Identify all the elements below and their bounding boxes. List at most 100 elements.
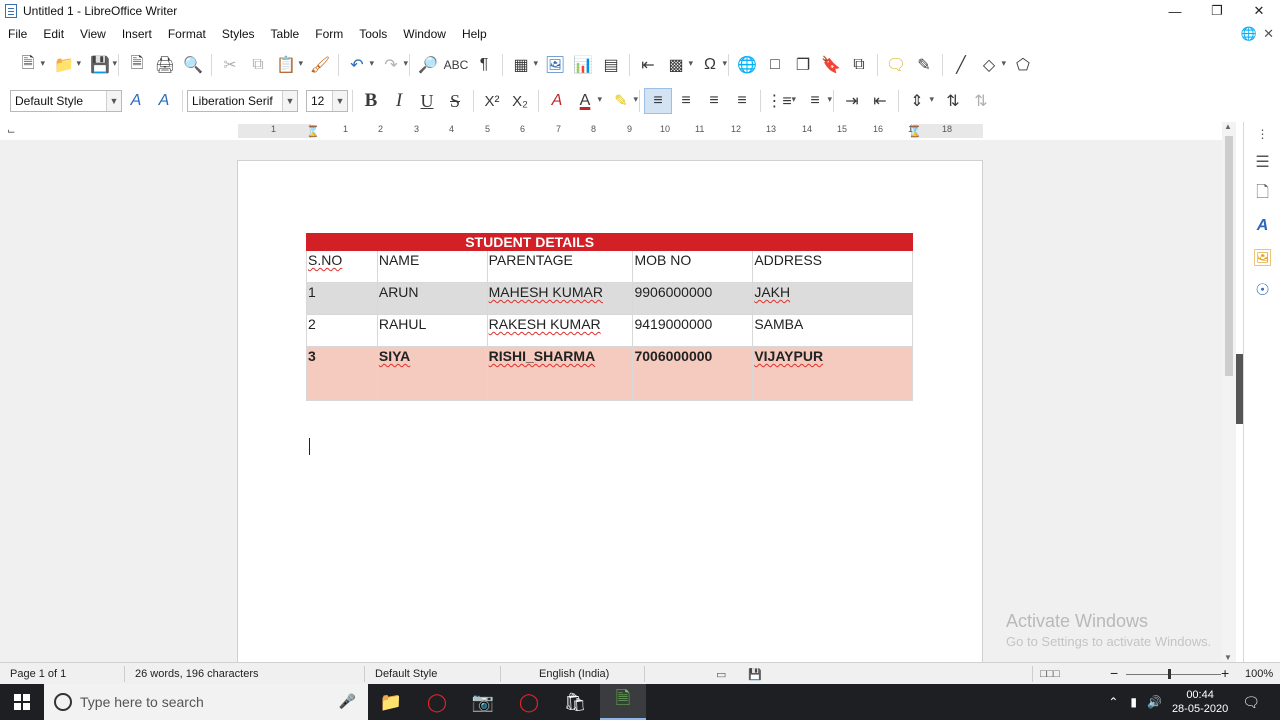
menu-styles[interactable]: Styles	[214, 27, 263, 41]
cut-icon[interactable]: ✂	[216, 52, 244, 78]
paragraph-style-select[interactable]: Default Style ▼	[10, 90, 122, 112]
menu-edit[interactable]: Edit	[35, 27, 72, 41]
menu-format[interactable]: Format	[160, 27, 214, 41]
decrease-paragraph-spacing-icon[interactable]: ⇅	[967, 88, 995, 114]
menu-insert[interactable]: Insert	[114, 27, 160, 41]
footnote-icon[interactable]: □	[761, 52, 789, 78]
table-cell[interactable]: ARUN	[376, 282, 488, 315]
gallery-icon[interactable]: 🖼	[1244, 242, 1280, 274]
zoom-slider-thumb[interactable]	[1168, 669, 1171, 679]
bold-icon[interactable]: B	[357, 88, 385, 114]
clone-formatting-icon[interactable]: 🖌	[306, 52, 334, 78]
clear-formatting-icon[interactable]: A	[543, 88, 571, 114]
menu-window[interactable]: Window	[395, 27, 454, 41]
export-pdf-icon[interactable]: 🗎	[123, 52, 151, 78]
insert-textbox-icon[interactable]: ▤	[597, 52, 625, 78]
right-indent-marker-icon[interactable]: ⌛	[908, 125, 922, 138]
sidebar-menu-icon[interactable]: ⋮	[1244, 122, 1280, 146]
libreoffice-writer-taskbar-icon[interactable]: 🗎	[600, 684, 646, 720]
menu-tools[interactable]: Tools	[351, 27, 395, 41]
clock[interactable]: 00:44 28-05-2020	[1172, 688, 1228, 716]
menu-file[interactable]: File	[0, 27, 35, 41]
increase-paragraph-spacing-icon[interactable]: ⇅	[939, 88, 967, 114]
subscript-icon[interactable]: X₂	[506, 88, 534, 114]
table-header-cell[interactable]: S.NO	[306, 250, 378, 283]
new-document-icon[interactable]: 🗎	[14, 52, 45, 78]
insert-table-icon[interactable]: ▦	[507, 52, 538, 78]
action-center-icon[interactable]: 🗨	[1242, 694, 1260, 711]
opera-gx-icon[interactable]: ◯	[506, 684, 552, 720]
menu-table[interactable]: Table	[263, 27, 308, 41]
table-cell[interactable]: 1	[306, 282, 378, 315]
paste-icon[interactable]: 📋	[272, 52, 303, 78]
table-cell[interactable]: RAHUL	[376, 314, 488, 347]
navigator-icon[interactable]: ☉	[1244, 274, 1280, 306]
file-explorer-icon[interactable]: 📁	[368, 684, 414, 720]
table-header-cell[interactable]: NAME	[376, 250, 488, 283]
table-cell[interactable]: SIYA	[376, 346, 488, 401]
start-button[interactable]	[0, 684, 44, 720]
table-cell[interactable]: 7006000000	[632, 346, 754, 401]
zoom-in-icon[interactable]: +	[1221, 665, 1229, 681]
close-button[interactable]: ✕	[1238, 0, 1280, 22]
decrease-indent-icon[interactable]: ⇤	[866, 88, 894, 114]
table-title-empty-cell[interactable]	[752, 233, 913, 251]
hyperlink-icon[interactable]: 🌐	[733, 52, 761, 78]
print-preview-icon[interactable]: 🔍	[179, 52, 207, 78]
align-center-icon[interactable]: ≡	[672, 88, 700, 114]
table-cell[interactable]: RAKESH KUMAR	[486, 314, 634, 347]
superscript-icon[interactable]: X²	[478, 88, 506, 114]
track-changes-icon[interactable]: ✎	[910, 52, 938, 78]
vertical-scrollbar[interactable]: ▲ ▼	[1222, 122, 1236, 662]
properties-icon[interactable]: ☰	[1244, 146, 1280, 178]
basic-shapes-icon[interactable]: ◇	[975, 52, 1006, 78]
camera-icon[interactable]: 📷	[460, 684, 506, 720]
underline-icon[interactable]: U	[413, 88, 441, 114]
draw-functions-icon[interactable]: ⬠	[1009, 52, 1037, 78]
table-cell[interactable]: MAHESH KUMAR	[486, 282, 634, 315]
table-cell[interactable]: RISHI_SHARMA	[486, 346, 634, 401]
align-right-icon[interactable]: ≡	[700, 88, 728, 114]
table-header-cell[interactable]: MOB NO	[632, 250, 754, 283]
horizontal-ruler[interactable]: 1 1 2 3 4 5 6 7 8 9 10 11 12 13 14 15 16…	[238, 124, 983, 138]
taskbar-search[interactable]: Type here to search 🎤	[44, 684, 368, 720]
word-count[interactable]: 26 words, 196 characters	[135, 668, 259, 680]
table-cell[interactable]: 3	[306, 346, 378, 401]
table-cell[interactable]: 2	[306, 314, 378, 347]
minimize-button[interactable]: —	[1154, 0, 1196, 22]
line-spacing-icon[interactable]: ⇕	[903, 88, 934, 114]
save-icon[interactable]: 💾	[86, 52, 117, 78]
microphone-icon[interactable]: 🎤	[339, 693, 356, 710]
cross-reference-icon[interactable]: ⧉	[845, 52, 873, 78]
font-size-select[interactable]: 12 ▼	[306, 90, 348, 112]
find-replace-icon[interactable]: 🔎	[414, 52, 442, 78]
insert-image-icon[interactable]: 🖼	[541, 52, 569, 78]
unordered-list-icon[interactable]: ⋮≡	[765, 88, 796, 114]
page-style[interactable]: Default Style	[375, 668, 437, 680]
left-indent-marker-icon[interactable]: ⌛	[306, 125, 320, 138]
restore-button[interactable]: ❐	[1196, 0, 1238, 22]
page-icon[interactable]: 🗋	[1244, 178, 1280, 210]
menu-form[interactable]: Form	[307, 27, 351, 41]
special-character-icon[interactable]: Ω	[696, 52, 727, 78]
zoom-level[interactable]: 100%	[1245, 668, 1273, 680]
insert-line-icon[interactable]: ╱	[947, 52, 975, 78]
scroll-up-icon[interactable]: ▲	[1224, 122, 1232, 131]
scroll-down-icon[interactable]: ▼	[1224, 653, 1232, 662]
zoom-slider[interactable]	[1126, 674, 1221, 675]
spelling-icon[interactable]: ABC	[442, 52, 470, 78]
close-document-icon[interactable]: ✕	[1263, 26, 1274, 42]
insert-field-icon[interactable]: ▩	[662, 52, 693, 78]
justify-icon[interactable]: ≡	[728, 88, 756, 114]
table-title[interactable]: STUDENT DETAILS	[305, 233, 754, 251]
update-style-icon[interactable]: A	[122, 88, 150, 114]
sidebar-collapse-handle[interactable]	[1236, 354, 1243, 424]
scrollbar-thumb[interactable]	[1225, 136, 1233, 376]
ordered-list-icon[interactable]: ≡	[801, 88, 832, 114]
table-header-cell[interactable]: ADDRESS	[752, 250, 913, 283]
page-break-icon[interactable]: ⇤	[634, 52, 662, 78]
globe-icon[interactable]: 🌐	[1241, 26, 1257, 42]
selection-mode-icon[interactable]: ▭	[716, 668, 726, 681]
copy-icon[interactable]: ⧉	[244, 52, 272, 78]
zoom-out-icon[interactable]: −	[1110, 665, 1118, 681]
